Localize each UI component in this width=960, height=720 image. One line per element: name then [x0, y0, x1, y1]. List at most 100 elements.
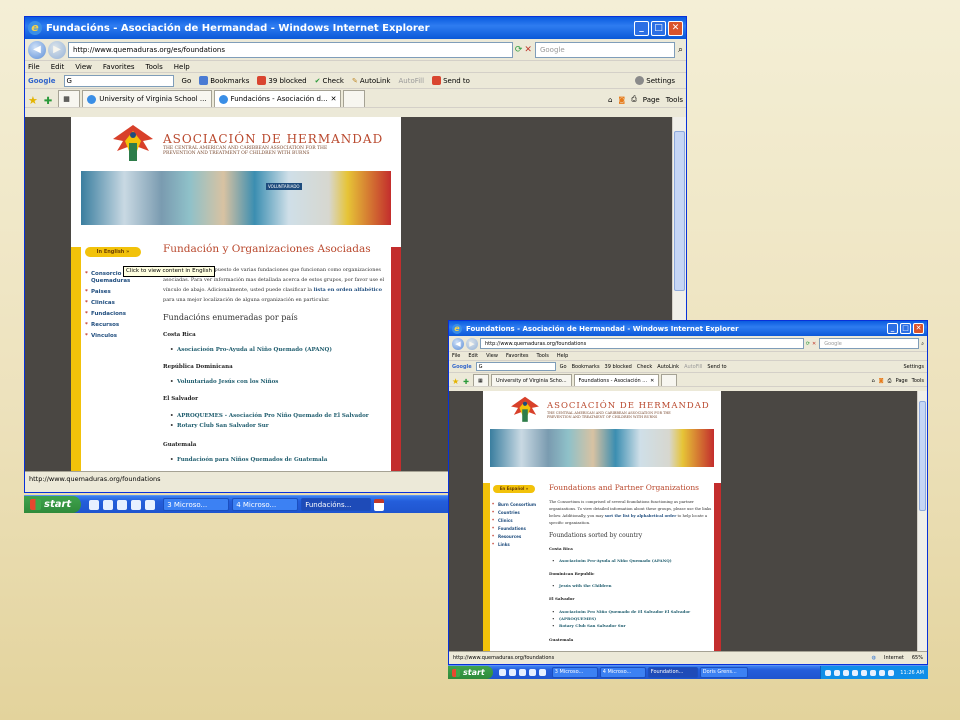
stop-icon[interactable]: ✕ — [812, 341, 816, 347]
org-link[interactable]: Fundacioón para Niños Quemados de Guatem… — [170, 457, 395, 463]
check-button[interactable]: Check — [637, 364, 652, 370]
menu-help[interactable]: Help — [174, 63, 190, 71]
settings-button[interactable]: Settings — [635, 76, 675, 85]
org-link[interactable]: APROQUEMES - Asociación Pro Niño Quemado… — [170, 411, 395, 421]
search-input[interactable]: Google — [534, 41, 675, 58]
feeds-icon[interactable]: ◙ — [618, 96, 625, 104]
favorites-star-icon[interactable]: ★ — [452, 377, 459, 386]
close-tab-icon[interactable]: ✕ — [331, 95, 337, 103]
go-button[interactable]: Go — [182, 77, 192, 85]
scroll-thumb[interactable] — [674, 131, 685, 291]
close-button[interactable]: ✕ — [668, 20, 683, 36]
print-icon[interactable]: ⎙ — [888, 378, 892, 384]
quick-tabs-button[interactable]: ▦ — [58, 90, 81, 107]
alpha-sort-link[interactable]: lista en orden alfabético — [314, 287, 382, 293]
home-icon[interactable]: ⌂ — [872, 378, 875, 384]
tab-uva[interactable]: University of Virginia Scho... — [491, 374, 572, 386]
search-icon[interactable]: ⌕ — [678, 45, 683, 55]
menu-favorites[interactable]: Favorites — [506, 353, 529, 359]
tray-icon[interactable] — [861, 669, 868, 676]
address-bar[interactable]: http://www.quemaduras.org/foundations — [480, 338, 804, 349]
spanish-button[interactable]: En Español » — [493, 485, 535, 493]
pdf-icon[interactable] — [374, 498, 385, 511]
org-link[interactable]: Rotary Club San Salvador Sur — [170, 421, 395, 431]
refresh-icon[interactable]: ⟳ — [806, 341, 810, 347]
new-tab-button[interactable] — [661, 374, 678, 386]
taskbar-item[interactable]: 4 Microso... — [599, 667, 646, 678]
menu-favorites[interactable]: Favorites — [103, 63, 135, 71]
menu-edit[interactable]: Edit — [51, 63, 65, 71]
autolink-button[interactable]: ✎ AutoLink — [352, 77, 390, 85]
quicklaunch-icon[interactable] — [518, 669, 526, 676]
minimize-button[interactable]: _ — [634, 20, 649, 36]
back-icon[interactable]: ◀ — [452, 337, 464, 350]
taskbar-item[interactable]: Fundacións... — [301, 497, 372, 512]
taskbar-item[interactable]: 3 Microso... — [551, 667, 598, 678]
org-link[interactable]: Jesús with the Children — [552, 583, 715, 588]
forward-icon[interactable]: ▶ — [466, 337, 478, 350]
nav-links[interactable]: Links — [492, 541, 541, 549]
quicklaunch-icon[interactable] — [89, 499, 100, 510]
taskbar-item[interactable]: 4 Microso... — [232, 497, 299, 512]
tray-icon[interactable] — [834, 669, 841, 676]
nav-consortium[interactable]: Burn Consortium — [492, 501, 541, 509]
google-input[interactable]: G — [63, 74, 174, 87]
quicklaunch-icon[interactable] — [508, 669, 516, 676]
menu-view[interactable]: View — [486, 353, 498, 359]
tray-icon[interactable] — [825, 669, 832, 676]
forward-icon[interactable]: ▶ — [48, 40, 66, 59]
vertical-scrollbar[interactable] — [917, 391, 927, 651]
quicklaunch-icon[interactable] — [103, 499, 114, 510]
page-menu[interactable]: Page — [643, 96, 660, 104]
title-bar[interactable]: e Foundations - Asociación de Hermandad … — [449, 321, 927, 336]
tray-icon[interactable] — [843, 669, 850, 676]
nav-foundations[interactable]: Foundations — [492, 525, 541, 533]
quicklaunch-icon[interactable] — [145, 499, 156, 510]
check-button[interactable]: ✔ Check — [315, 77, 344, 85]
minimize-button[interactable]: _ — [887, 323, 898, 334]
maximize-button[interactable]: □ — [900, 323, 911, 334]
nav-resources[interactable]: Resources — [492, 533, 541, 541]
autolink-button[interactable]: AutoLink — [657, 364, 679, 370]
settings-button[interactable]: Settings — [903, 364, 924, 370]
english-button[interactable]: In English » — [85, 247, 141, 257]
org-link[interactable]: Voluntariado Jesús con los Niños — [170, 379, 395, 385]
quicklaunch-icon[interactable] — [498, 669, 506, 676]
menu-file[interactable]: File — [452, 353, 460, 359]
tab-foundations[interactable]: Foundations - Asociación ... ✕ — [573, 374, 660, 386]
nav-links[interactable]: Vinculos — [85, 331, 149, 342]
search-icon[interactable]: ⌕ — [921, 341, 924, 347]
org-link[interactable]: Asociacioón Pro-Ayuda al Niño Quemado (A… — [170, 347, 395, 353]
nav-resources[interactable]: Recursos — [85, 320, 149, 331]
nav-countries[interactable]: Paises — [85, 287, 149, 298]
clock[interactable]: 11:26 AM — [900, 670, 924, 676]
menu-view[interactable]: View — [75, 63, 92, 71]
org-link[interactable]: Rotary Club San Salvador Sur — [552, 622, 715, 629]
bookmarks-button[interactable]: Bookmarks — [572, 364, 600, 370]
menu-tools[interactable]: Tools — [146, 63, 163, 71]
org-link[interactable]: Asociacioón Pro-Ayuda al Niño Quemado (A… — [552, 558, 715, 563]
sendto-button[interactable]: Send to — [707, 364, 726, 370]
refresh-icon[interactable]: ⟳ — [515, 45, 523, 55]
nav-countries[interactable]: Countries — [492, 509, 541, 517]
scroll-thumb[interactable] — [919, 401, 926, 511]
home-icon[interactable]: ⌂ — [608, 96, 612, 104]
start-button[interactable]: start — [448, 666, 493, 679]
add-favorite-icon[interactable]: ✚ — [463, 378, 469, 386]
maximize-button[interactable]: □ — [651, 20, 666, 36]
back-icon[interactable]: ◀ — [28, 40, 46, 59]
nav-foundations[interactable]: Fundacions — [85, 309, 149, 320]
feeds-icon[interactable]: ◙ — [879, 378, 884, 384]
stop-icon[interactable]: ✕ — [524, 45, 532, 55]
tray-icon[interactable] — [870, 669, 877, 676]
autofill-button[interactable]: AutoFill — [684, 364, 702, 370]
tray-icon[interactable] — [852, 669, 859, 676]
sendto-button[interactable]: Send to — [432, 76, 470, 85]
title-bar[interactable]: e Fundacións - Asociación de Hermandad -… — [25, 17, 686, 39]
google-input[interactable]: G — [475, 362, 556, 371]
quicklaunch-icon[interactable] — [528, 669, 536, 676]
menu-file[interactable]: File — [28, 63, 40, 71]
quicklaunch-icon[interactable] — [117, 499, 128, 510]
taskbar-item[interactable]: Doris Grens... — [699, 667, 748, 678]
menu-help[interactable]: Help — [557, 353, 568, 359]
